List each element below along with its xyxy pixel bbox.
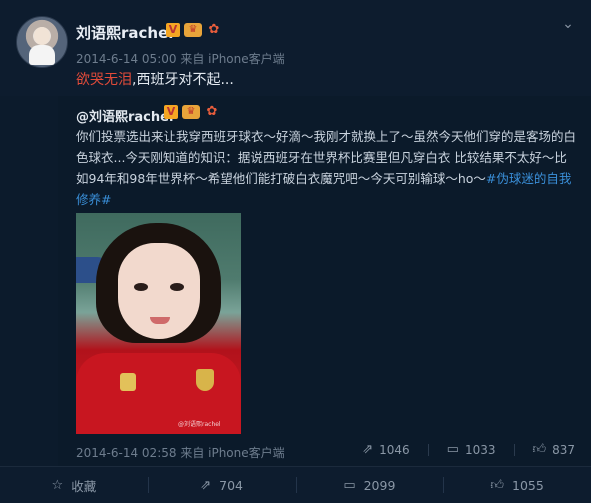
photo-face <box>118 243 200 339</box>
fire-badge-icon[interactable]: ✿ <box>204 104 220 120</box>
crown-badge-icon[interactable]: ♛ <box>184 23 202 37</box>
post-text-rest: ,西班牙对不起... <box>132 72 234 88</box>
comment-count: 2099 <box>363 477 396 493</box>
photo-watermark: @刘语熙rachel <box>178 421 221 428</box>
verified-v-icon[interactable]: V <box>166 23 180 37</box>
repost-user-badges: V ♛ ✿ <box>164 104 220 120</box>
repost-repost-action[interactable]: ⇗ 1046 <box>362 442 409 457</box>
divider <box>513 443 515 456</box>
thumb-up-icon: 👍︎ <box>490 477 505 493</box>
post-text-highlight[interactable]: 欲哭无泪 <box>76 72 132 88</box>
photo-eye <box>170 283 184 291</box>
user-badges: V ♛ ✿ <box>166 22 222 38</box>
repost-like-count: 837 <box>552 442 575 457</box>
like-button[interactable]: 👍︎ 1055 <box>443 467 591 503</box>
repost-card: @刘语熙rachel V ♛ ✿ 你们投票选出来让我穿西班牙球衣～好滴～我刚才就… <box>58 96 591 466</box>
post-username[interactable]: 刘语熙rachel <box>76 22 173 43</box>
repost-icon: ⇗ <box>200 477 212 493</box>
jersey-logo <box>120 373 136 391</box>
fire-badge-icon[interactable]: ✿ <box>206 22 222 38</box>
repost-like-action[interactable]: 👍︎ 837 <box>533 442 576 457</box>
repost-icon: ⇗ <box>362 442 374 457</box>
repost-comment-action[interactable]: ▭ 1033 <box>447 442 496 457</box>
repost-button[interactable]: ⇗ 704 <box>147 467 296 503</box>
jersey-crest <box>196 369 214 391</box>
chevron-down-icon[interactable]: ⌄ <box>560 16 576 32</box>
crown-badge-icon[interactable]: ♛ <box>182 105 200 119</box>
action-bar: ☆ 收藏 ⇗ 704 ▭ 2099 👍︎ 1055 <box>0 466 591 503</box>
comment-button[interactable]: ▭ 2099 <box>295 467 444 503</box>
favorite-label: 收藏 <box>71 478 97 494</box>
favorite-button[interactable]: ☆ 收藏 <box>0 467 148 503</box>
comment-icon: ▭ <box>343 477 356 493</box>
comment-icon: ▭ <box>446 442 459 457</box>
post-meta: 2014-6-14 05:00 来自 iPhone客户端 <box>76 52 285 66</box>
star-icon: ☆ <box>51 477 64 493</box>
repost-count: 704 <box>219 477 243 493</box>
avatar[interactable] <box>16 16 68 68</box>
verified-v-icon[interactable]: V <box>164 105 178 119</box>
avatar-face <box>34 27 50 45</box>
repost-actions: ⇗ 1046 ▭ 1033 👍︎ 837 <box>362 442 575 457</box>
avatar-body <box>29 45 55 65</box>
repost-photo[interactable]: @刘语熙rachel <box>76 213 241 434</box>
like-count: 1055 <box>512 477 544 493</box>
repost-body: 你们投票选出来让我穿西班牙球衣～好滴～我刚才就换上了～虽然今天他们穿的是客场的白… <box>76 126 576 210</box>
post-text: 欲哭无泪,西班牙对不起... <box>76 69 234 89</box>
repost-username[interactable]: @刘语熙rachel <box>76 106 173 125</box>
photo-eye <box>134 283 148 291</box>
repost-repost-count: 1046 <box>379 442 410 457</box>
weibo-post: 刘语熙rachel V ♛ ✿ 2014-6-14 05:00 来自 iPhon… <box>0 0 591 96</box>
divider <box>427 443 429 456</box>
repost-meta: 2014-6-14 02:58 来自 iPhone客户端 <box>76 446 285 460</box>
thumb-up-icon: 👍︎ <box>532 442 547 457</box>
repost-comment-count: 1033 <box>464 442 496 457</box>
